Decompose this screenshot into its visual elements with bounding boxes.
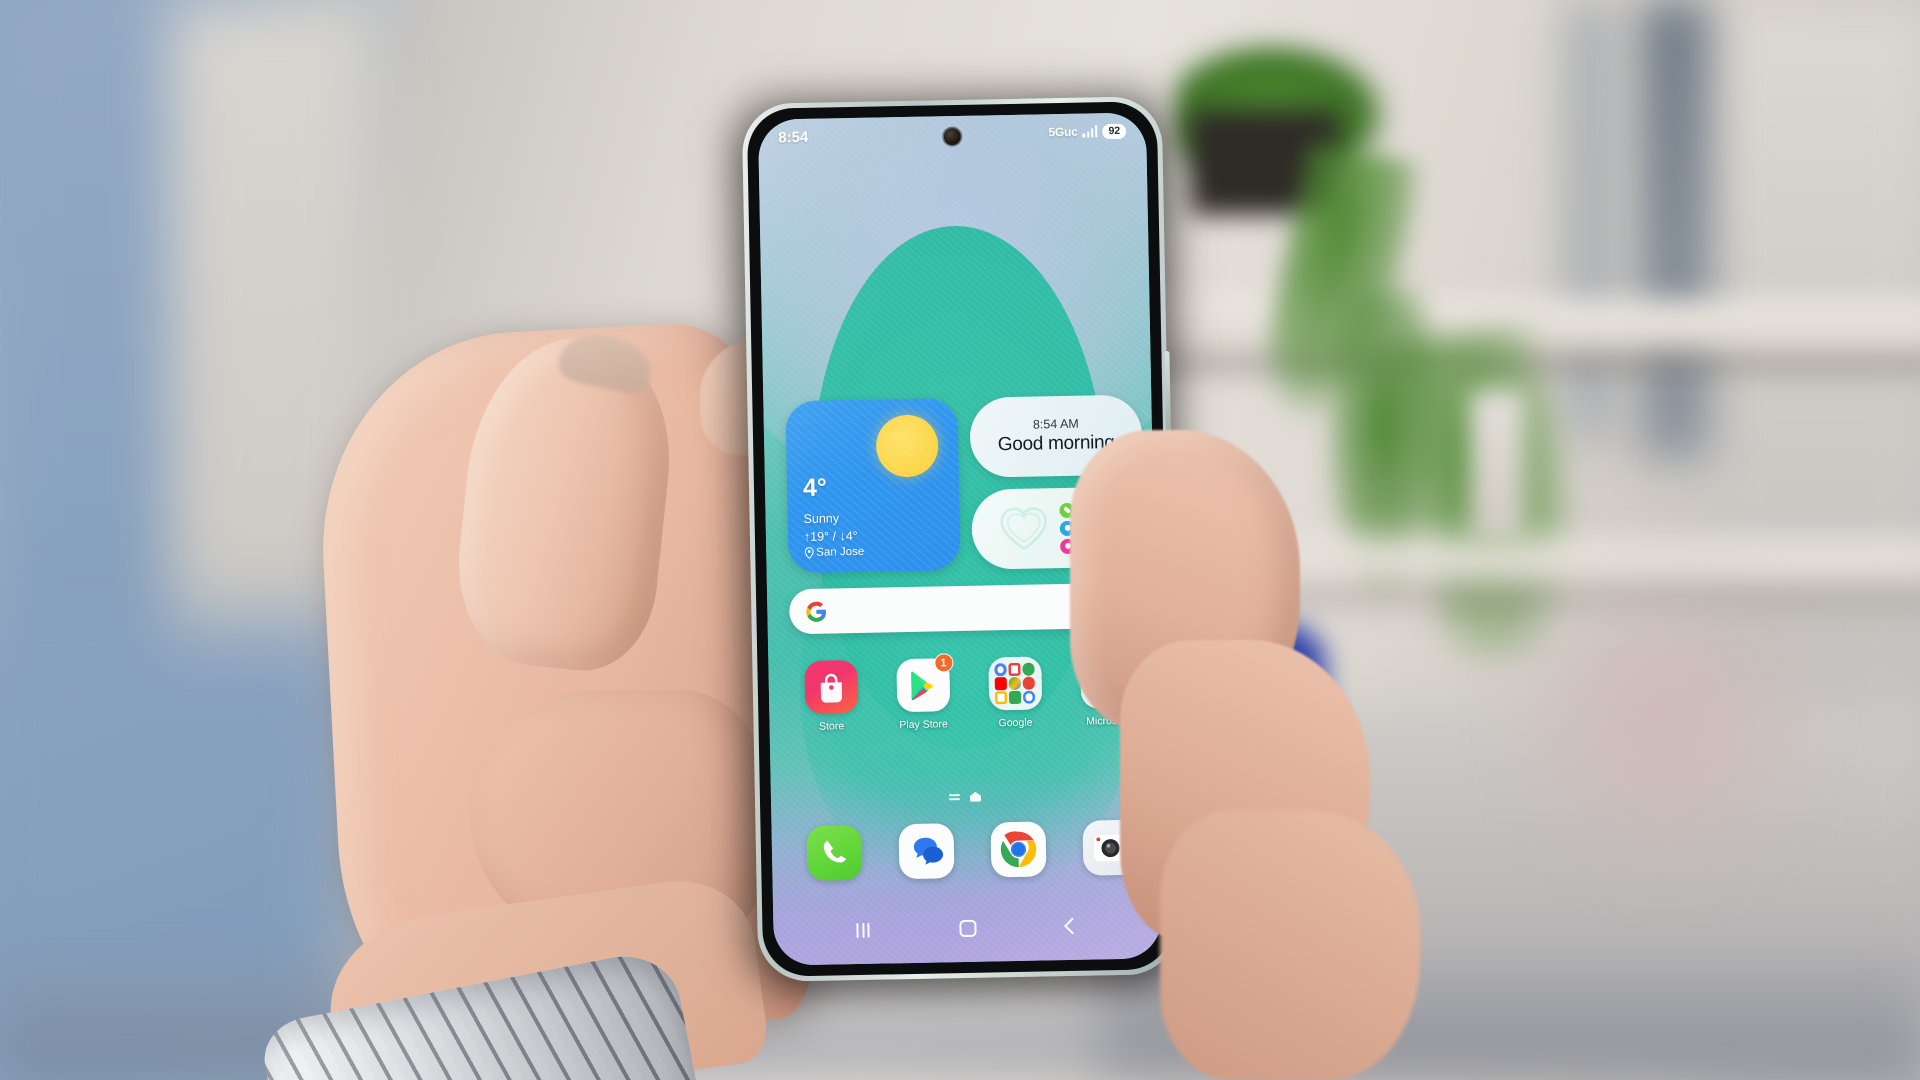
folder-icon bbox=[987, 656, 1042, 711]
wall-edge-light bbox=[1570, 0, 1610, 440]
drive-mini-icon bbox=[1008, 677, 1022, 690]
weather-condition: Sunny bbox=[803, 511, 840, 526]
app-label: Google bbox=[998, 716, 1033, 730]
weather-temperature: 4° bbox=[802, 473, 828, 502]
phone-icon[interactable] bbox=[805, 824, 863, 881]
weather-text: 4° Sunny ↑19° / ↓4° San Jose bbox=[802, 473, 865, 559]
gemini-mini-icon bbox=[1022, 690, 1036, 704]
google-g-icon bbox=[806, 601, 827, 622]
finger-ring-right bbox=[1160, 810, 1420, 1080]
recents-icon[interactable] bbox=[856, 922, 870, 938]
widget-page-icon[interactable] bbox=[948, 793, 961, 801]
play-console-mini-icon bbox=[1008, 691, 1022, 704]
photo-scene: 8:54 5Guc 92 4° Sunny ↑19° / ↓4° San Jos… bbox=[0, 0, 1920, 1080]
gmail-mini-icon bbox=[1008, 662, 1021, 676]
app-folder-google[interactable]: Google bbox=[968, 656, 1061, 730]
app-play-store[interactable]: 1 Play Store bbox=[876, 653, 969, 732]
weather-location-row: San Jose bbox=[804, 546, 864, 559]
chrome-icon[interactable] bbox=[989, 821, 1046, 878]
play-store-icon: 1 bbox=[895, 653, 954, 713]
signal-strength-icon bbox=[1082, 125, 1098, 138]
weather-location-label: San Jose bbox=[816, 545, 865, 559]
back-icon[interactable] bbox=[1063, 917, 1081, 935]
weather-widget[interactable]: 4° Sunny ↑19° / ↓4° San Jose bbox=[785, 398, 961, 574]
status-bar-indicators: 5Guc 92 bbox=[1048, 123, 1127, 140]
warm-light-blob bbox=[1500, 560, 1830, 890]
search-input[interactable] bbox=[827, 606, 1073, 611]
heart-icon bbox=[1000, 507, 1047, 551]
vase bbox=[1470, 390, 1525, 540]
app-label: Store bbox=[818, 720, 845, 733]
messages-icon[interactable] bbox=[897, 823, 955, 880]
weather-high-low: ↑19° / ↓4° bbox=[803, 528, 858, 544]
meet-mini-icon bbox=[994, 691, 1008, 705]
dock bbox=[787, 819, 1156, 881]
network-type-label: 5Guc bbox=[1048, 124, 1078, 140]
notification-badge: 1 bbox=[933, 653, 954, 673]
app-label: Play Store bbox=[899, 718, 948, 732]
home-icon[interactable] bbox=[959, 919, 977, 937]
home-page-icon[interactable] bbox=[970, 792, 981, 802]
app-store[interactable]: Store bbox=[784, 660, 877, 734]
location-pin-icon bbox=[804, 547, 814, 559]
youtube-mini-icon bbox=[994, 677, 1007, 691]
navigation-bar bbox=[773, 904, 1162, 951]
wall-edge-dark bbox=[1640, 0, 1710, 460]
galaxy-store-icon bbox=[803, 660, 858, 715]
status-bar-clock: 8:54 bbox=[778, 128, 809, 146]
photos-mini-icon bbox=[1022, 676, 1036, 690]
maps-mini-icon bbox=[1022, 662, 1036, 676]
google-g-mini-icon bbox=[993, 663, 1007, 676]
sun-icon bbox=[875, 414, 939, 478]
battery-percent-badge: 92 bbox=[1102, 123, 1127, 139]
clock-widget-time: 8:54 AM bbox=[1032, 416, 1079, 432]
